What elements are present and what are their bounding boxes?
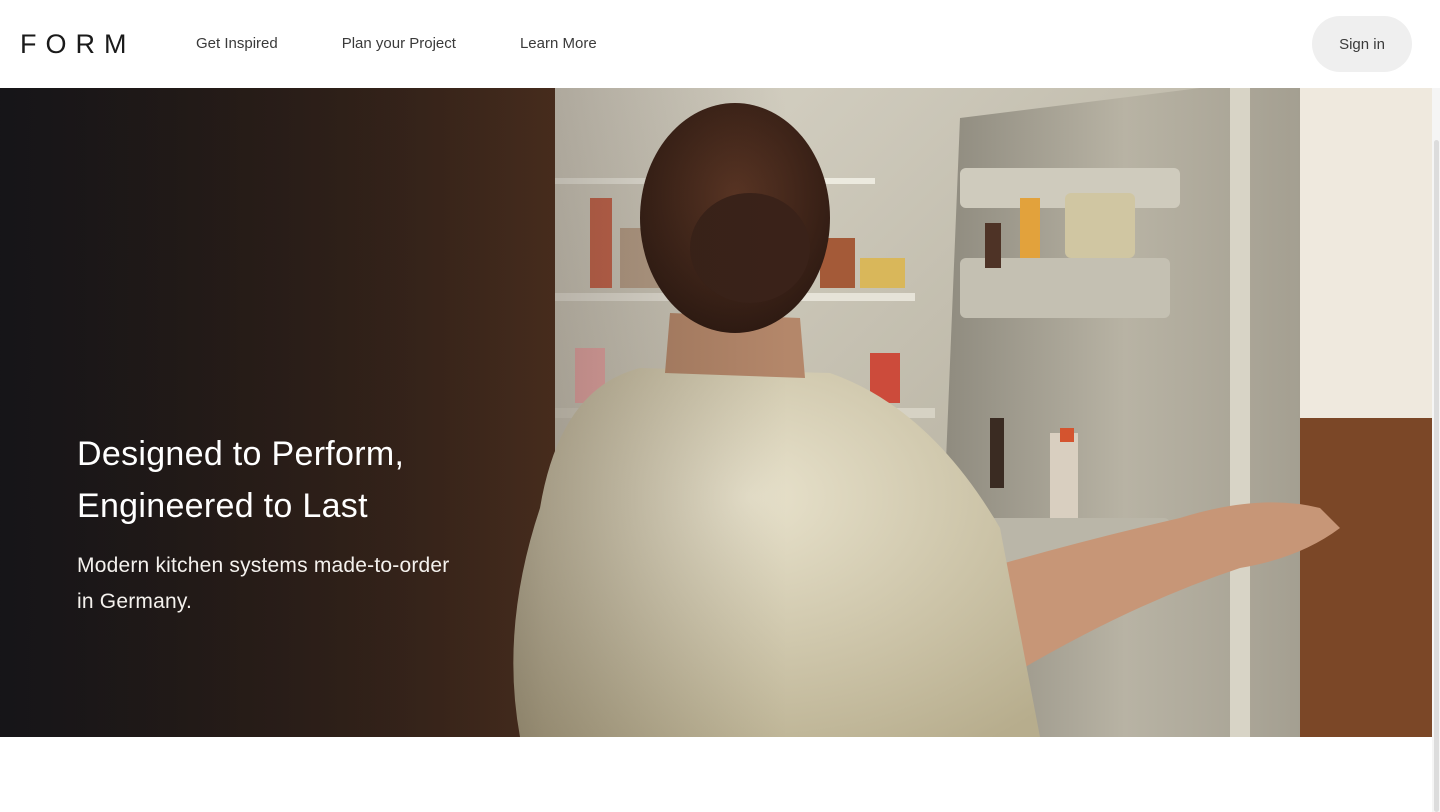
sign-in-button[interactable]: Sign in (1312, 16, 1412, 72)
hero-subheadline: Modern kitchen systems made-to-order in … (77, 548, 537, 620)
nav-link-get-inspired[interactable]: Get Inspired (196, 34, 278, 54)
hero-headline-line-1: Designed to Perform, (77, 435, 405, 473)
hero-subheadline-line-2: in Germany. (77, 590, 193, 613)
hero-section: Designed to Perform, Engineered to Last … (0, 88, 1432, 737)
hero-headline-line-2: Engineered to Last (77, 487, 368, 525)
hero-subheadline-line-1: Modern kitchen systems made-to-order (77, 554, 450, 577)
hero-headline: Designed to Perform, Engineered to Last (77, 428, 537, 532)
hero-gradient-overlay (0, 88, 1432, 737)
scrollbar-thumb[interactable] (1434, 140, 1439, 812)
nav-link-learn-more[interactable]: Learn More (520, 34, 597, 54)
nav-link-plan-your-project[interactable]: Plan your Project (342, 34, 456, 54)
top-navigation: FORM Get Inspired Plan your Project Lear… (0, 0, 1440, 88)
brand-logo[interactable]: FORM (20, 30, 135, 58)
hero-text-block: Designed to Perform, Engineered to Last … (77, 428, 537, 620)
primary-nav: Get Inspired Plan your Project Learn Mor… (196, 34, 661, 54)
